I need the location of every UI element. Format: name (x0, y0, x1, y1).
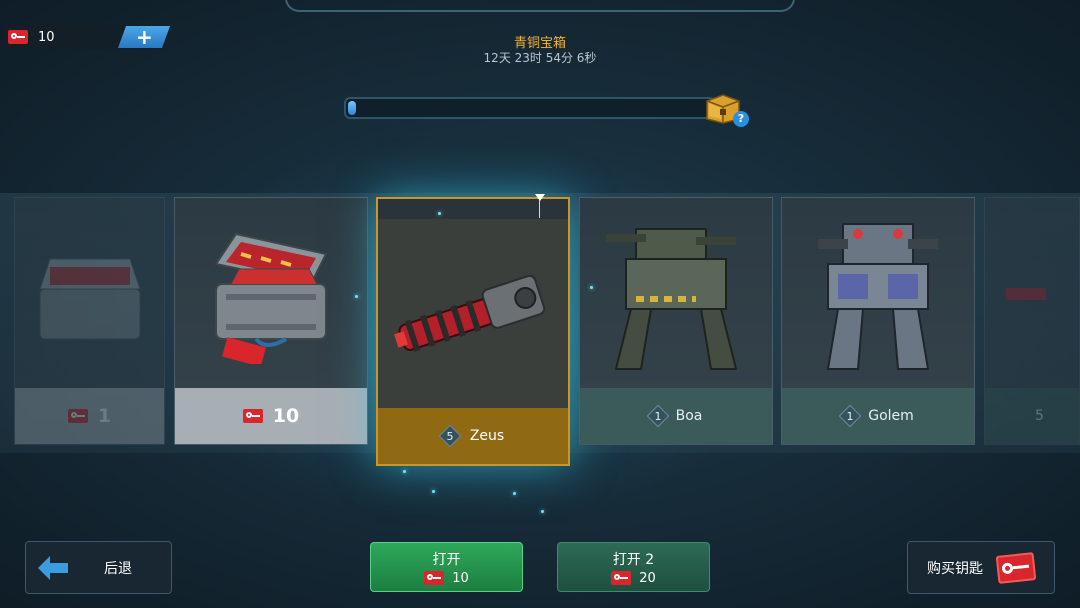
buy-keys-button[interactable]: 购买钥匙 (907, 541, 1055, 594)
open-two-cost-value: 20 (639, 570, 656, 586)
help-icon[interactable]: ? (733, 111, 749, 127)
level-badge: 1 (838, 404, 862, 428)
chest-progress-fill (348, 101, 356, 115)
open-button[interactable]: 打开 10 (370, 542, 523, 592)
key-icon (242, 409, 263, 423)
sparkle-effect (438, 212, 441, 215)
buy-keys-label: 购买钥匙 (927, 560, 983, 577)
open-cost: 10 (424, 571, 469, 586)
reward-card-zeus[interactable]: 5 Zeus (376, 197, 570, 466)
open-two-button[interactable]: 打开 2 20 (557, 542, 710, 592)
sparkle-effect (541, 510, 544, 513)
sparkle-effect (590, 286, 593, 289)
reward-card-boa[interactable]: 1 Boa (579, 197, 773, 445)
golem-robot-image (782, 198, 974, 389)
level-badge: 1 (646, 404, 669, 428)
card-key-count: 10 (272, 405, 300, 427)
card-footer: 1 Boa (580, 388, 772, 444)
card-footer: 10 (175, 388, 367, 444)
partial-item-image (985, 198, 1079, 389)
card-footer: 5 (985, 388, 1079, 444)
back-label: 后退 (104, 560, 132, 577)
key-icon (67, 409, 88, 423)
boa-robot-image (580, 198, 772, 389)
chest-timer: 12天 23时 54分 6秒 (483, 51, 597, 65)
card-key-count: 1 (97, 405, 112, 427)
key-icon (611, 571, 632, 585)
reward-card-keys-1[interactable]: 1 (14, 197, 165, 445)
sparkle-effect (355, 295, 358, 298)
chest-progress-bar (344, 97, 716, 119)
card-footer: 1 Golem (782, 388, 974, 444)
card-name: Golem (868, 408, 914, 424)
sparkle-effect (432, 490, 435, 493)
level-badge: 5 (438, 424, 462, 448)
top-frame-decoration (285, 0, 795, 12)
card-footer: 1 (15, 388, 164, 444)
sparkle-effect (403, 470, 406, 473)
card-name: Zeus (469, 428, 505, 444)
card-level: 5 (1035, 408, 1044, 424)
card-footer: 5 Zeus (378, 408, 568, 464)
reward-card-keys-10[interactable]: 10 (174, 197, 368, 445)
key-icon (995, 551, 1037, 584)
selection-pointer-icon (535, 194, 545, 201)
open-two-cost: 20 (611, 571, 656, 586)
sparkle-effect (513, 492, 516, 495)
reward-card-golem[interactable]: 1 Golem (781, 197, 975, 445)
zeus-weapon-image (378, 219, 568, 411)
arrow-left-icon (38, 555, 68, 580)
key-icon (424, 571, 445, 585)
open-cost-value: 10 (452, 570, 469, 586)
back-button[interactable]: 后退 (25, 541, 172, 594)
selection-pointer-line (539, 200, 540, 218)
open-two-label: 打开 2 (612, 551, 655, 568)
key-case-image (175, 198, 367, 389)
key-case-image (15, 198, 164, 389)
reward-card-partial[interactable]: 5 (984, 197, 1080, 445)
open-label: 打开 (432, 551, 461, 568)
card-name: Boa (675, 408, 703, 424)
